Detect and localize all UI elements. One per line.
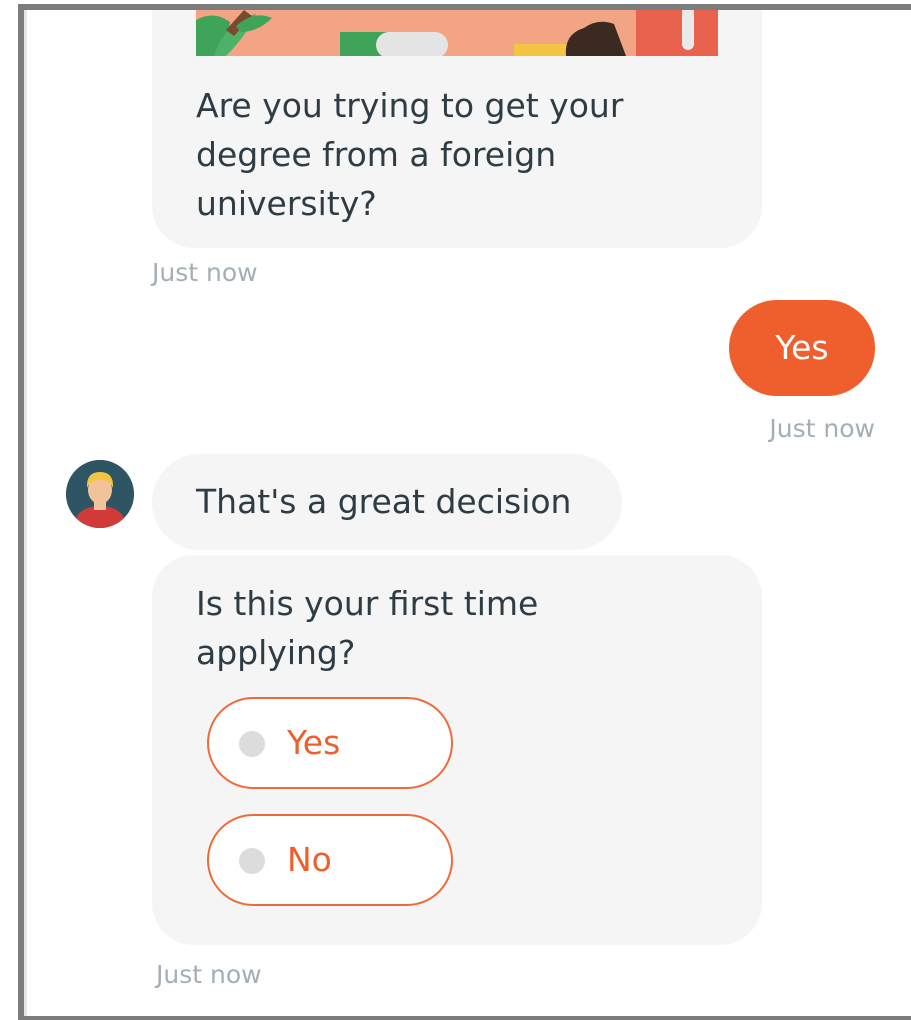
option-no-button[interactable]: No: [207, 814, 453, 906]
illustration-image: [196, 10, 718, 56]
message-timestamp: Just now: [769, 414, 875, 443]
bot-question-text: Is this your first time applying?: [196, 584, 539, 672]
radio-icon: [239, 848, 265, 874]
chat-window: Are you trying to get your degree from a…: [18, 4, 911, 1020]
illustration-graphic: [196, 10, 718, 56]
option-label: Yes: [287, 723, 341, 762]
message-timestamp: Just now: [152, 258, 258, 287]
user-message-bubble: Yes: [729, 300, 875, 396]
option-yes-button[interactable]: Yes: [207, 697, 453, 789]
radio-icon: [239, 731, 265, 757]
option-label: No: [287, 840, 332, 879]
bot-message-text: Are you trying to get your degree from a…: [196, 86, 624, 223]
bot-avatar-icon: [66, 460, 134, 528]
message-timestamp: Just now: [156, 960, 262, 989]
avatar-graphic: [66, 460, 134, 528]
bot-message-bubble: That's a great decision: [152, 454, 622, 550]
bot-question-bubble: Is this your first time applying? Yes No: [152, 555, 762, 945]
bot-message-bubble: Are you trying to get your degree from a…: [152, 10, 762, 248]
bot-message-text: That's a great decision: [196, 482, 572, 521]
